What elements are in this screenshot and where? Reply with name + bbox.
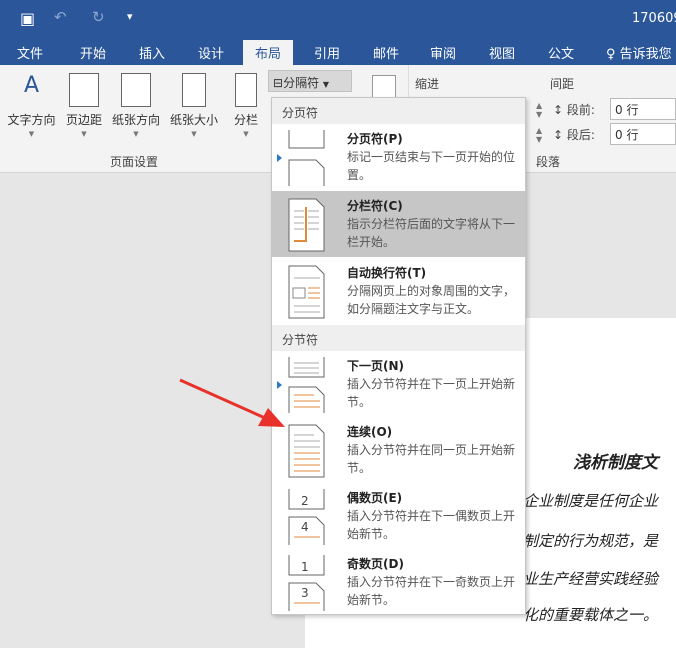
menu-item-page-break[interactable]: 分页符(P) 标记一页结束与下一页开始的位置。 — [272, 124, 525, 190]
paper-size-icon — [182, 73, 206, 107]
tab-view[interactable]: 视图 — [489, 43, 515, 62]
text-direction-icon: A — [23, 73, 40, 98]
lightbulb-icon: ♀ — [606, 47, 616, 62]
document-line: 企业制度是任何企业 — [523, 492, 659, 510]
tab-gongwen[interactable]: 公文 — [548, 43, 574, 62]
size-button[interactable]: 纸张大小 ▼ — [167, 73, 221, 138]
svg-text:2: 2 — [301, 494, 309, 508]
undo-icon[interactable]: ↶ — [54, 8, 67, 26]
save-icon[interactable]: ▣ — [20, 9, 35, 28]
column-break-icon — [288, 198, 325, 252]
text-wrapping-break-icon — [288, 265, 325, 319]
ribbon-tabs: 文件 开始 插入 设计 布局 引用 邮件 审阅 视图 公文 ♀ 告诉我您 — [0, 37, 676, 65]
red-arrow-annotation — [179, 378, 285, 427]
tab-file[interactable]: 文件 — [17, 43, 43, 62]
odd-page-icon: 13 — [288, 555, 325, 611]
spacing-after-input[interactable]: 0 行 — [610, 123, 676, 145]
orientation-icon — [121, 73, 151, 107]
tab-design[interactable]: 设计 — [198, 43, 224, 62]
menu-item-text-wrapping-break[interactable]: 自动换行符(T) 分隔网页上的对象周围的文字，如分隔题注文字与正文。 — [272, 258, 525, 324]
document-title: 浅析制度文 — [573, 453, 658, 473]
breaks-dropdown-menu: 分页符 分页符(P) 标记一页结束与下一页开始的位置。 分栏符(C) 指示分栏符后面… — [271, 97, 526, 615]
margins-button[interactable]: 页边距 ▼ — [63, 73, 105, 138]
page-break-icon — [288, 130, 325, 186]
section-breaks-header: 分节符 — [272, 325, 525, 351]
tab-review[interactable]: 审阅 — [430, 43, 456, 62]
spin-arrows[interactable]: ▲ ▼ — [536, 101, 542, 119]
menu-item-even-page[interactable]: 24 偶数页(E) 插入分节符并在下一偶数页上开始新节。 — [272, 483, 525, 549]
spacing-before-label: ↕ 段前: — [553, 103, 595, 117]
svg-text:4: 4 — [301, 520, 309, 534]
paragraph-group-label: 段落 — [536, 155, 561, 169]
svg-text:1: 1 — [301, 560, 309, 574]
tab-insert[interactable]: 插入 — [139, 43, 165, 62]
spacing-before-input[interactable]: 0 行 — [610, 98, 676, 120]
spacing-after-label: ↕ 段后: — [553, 128, 595, 142]
margins-icon — [69, 73, 99, 107]
indent-label: 缩进 — [415, 77, 440, 91]
columns-icon — [235, 73, 257, 107]
tab-home[interactable]: 开始 — [80, 43, 106, 62]
breaks-icon: ⊟ — [273, 76, 284, 90]
tab-references[interactable]: 引用 — [314, 43, 340, 62]
columns-button[interactable]: 分栏 ▼ — [231, 73, 261, 138]
customize-toolbar-icon[interactable]: ▾ — [127, 10, 133, 23]
redo-icon[interactable]: ↻ — [92, 8, 105, 26]
even-page-icon: 24 — [288, 489, 325, 545]
page-setup-group-label: 页面设置 — [110, 155, 159, 169]
tell-me-search[interactable]: ♀ 告诉我您 — [606, 43, 672, 62]
menu-item-continuous[interactable]: 连续(O) 插入分节符并在同一页上开始新节。 — [272, 417, 525, 483]
tab-layout[interactable]: 布局 — [243, 40, 294, 65]
breaks-button[interactable]: ⊟分隔符 ▼ — [268, 70, 352, 92]
tab-mailings[interactable]: 邮件 — [373, 43, 399, 62]
menu-item-odd-page[interactable]: 13 奇数页(D) 插入分节符并在下一奇数页上开始新节。 — [272, 549, 525, 615]
document-line: 化的重要载体之一。 — [523, 606, 659, 624]
menu-item-next-page[interactable]: 下一页(N) 插入分节符并在下一页上开始新节。 — [272, 351, 525, 417]
document-name: 170609 — [632, 11, 676, 26]
text-direction-button[interactable]: A 文字方向 ▼ — [4, 73, 59, 138]
menu-item-column-break[interactable]: 分栏符(C) 指示分栏符后面的文字将从下一栏开始。 — [272, 191, 525, 257]
spacing-label: 间距 — [550, 77, 575, 91]
document-line: 业生产经营实践经验 — [523, 570, 659, 588]
title-bar: ▣ ↶ ↻ ▾ 170609 — [0, 0, 676, 37]
orientation-button[interactable]: 纸张方向 ▼ — [109, 73, 163, 138]
spin-arrows[interactable]: ▲ ▼ — [536, 126, 542, 144]
document-line: 制定的行为规范，是 — [523, 532, 659, 550]
page-breaks-header: 分页符 — [272, 98, 525, 124]
svg-text:3: 3 — [301, 586, 309, 600]
